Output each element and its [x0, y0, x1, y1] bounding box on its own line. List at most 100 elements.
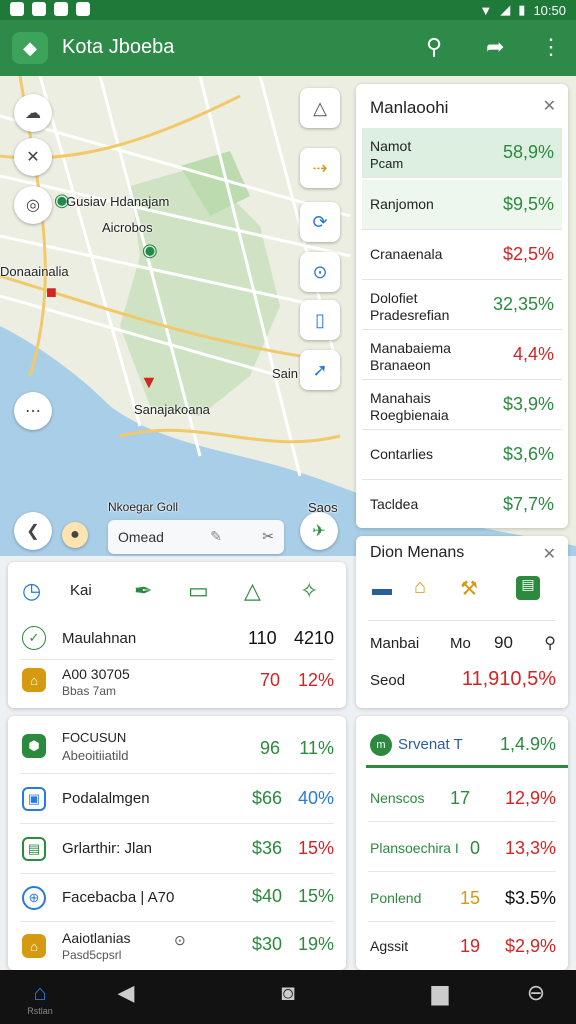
- item-value: $3,9%: [502, 394, 554, 414]
- directions-icon[interactable]: ⇢: [300, 148, 340, 188]
- map-label: Sain: [272, 366, 299, 381]
- nav-arrow-icon[interactable]: ➚: [300, 350, 340, 390]
- check-icon: ✓: [22, 626, 46, 650]
- measure-icon[interactable]: △: [300, 88, 340, 128]
- item-count: 96: [260, 738, 281, 758]
- search-icon[interactable]: ⚲: [426, 34, 442, 60]
- tag-icon[interactable]: ✧: [300, 578, 318, 604]
- list-item[interactable]: ⊕ Facebacba | A70 $40 15%: [20, 874, 334, 922]
- pen-icon[interactable]: ✒: [134, 578, 152, 604]
- tools-icon[interactable]: ✂: [262, 528, 274, 545]
- map-search-hint: Nkoegar Goll: [108, 500, 179, 514]
- chart-icon[interactable]: ▤: [516, 576, 540, 600]
- search-icon[interactable]: ⚲: [544, 633, 556, 653]
- close-icon[interactable]: ✕: [543, 96, 556, 116]
- item-sub: Pasd5cpsrl: [62, 948, 122, 962]
- location-icon[interactable]: ◎: [14, 186, 52, 224]
- app-bar: ◆ Kota Jboeba ⚲ ➦ ⋮: [0, 20, 576, 76]
- item-sub: Abeoitiiatild: [62, 748, 129, 763]
- share-icon[interactable]: ➦: [486, 34, 504, 60]
- map-label: Gusiav Hdanajam: [66, 194, 170, 209]
- document-icon[interactable]: ▯: [300, 300, 340, 340]
- item-name: Manabaiema Branaeon: [370, 340, 451, 373]
- pencil-icon[interactable]: ✎: [210, 528, 222, 545]
- list-item[interactable]: Agssit 19 $2,9%: [368, 924, 556, 968]
- list-item[interactable]: Plansoechira I 0 13,3%: [368, 824, 556, 872]
- refresh-icon[interactable]: ⟳: [300, 202, 340, 242]
- list-item[interactable]: Contarlies $3,6%: [362, 430, 562, 480]
- status-time: 10:50: [533, 2, 566, 18]
- item-name: Namot Pcam: [370, 138, 412, 171]
- list-item[interactable]: Nenscos 17 12,9%: [368, 774, 556, 822]
- compass-icon[interactable]: ✕: [14, 138, 52, 176]
- grid-icon[interactable]: ⋯: [14, 392, 52, 430]
- item-count: 15: [460, 888, 481, 908]
- item-name: Facebacba | A70: [62, 889, 175, 906]
- list-item[interactable]: Cranaenala $2,5%: [362, 230, 562, 280]
- item-name: Manahais Roegbienaia: [370, 390, 449, 423]
- row-label: Manbai: [370, 635, 420, 652]
- compass-icon[interactable]: ◷: [22, 578, 41, 604]
- map-pin-icon[interactable]: ◉: [54, 190, 70, 211]
- map-label: Aicrobos: [102, 220, 153, 235]
- list-item[interactable]: ⌂ A00 30705 Bbas 7am 70 12%: [20, 662, 334, 706]
- toolbar-label: Kai: [70, 582, 92, 599]
- list-item[interactable]: ▤ Grlarthir: Jlan $36 15%: [20, 824, 334, 874]
- dion-row[interactable]: Seod 11,910,5%: [368, 660, 556, 700]
- list-item[interactable]: ✓ Maulahnan 110 4210: [20, 618, 334, 660]
- fab-compass-icon[interactable]: ✈: [300, 512, 338, 550]
- map-pin-icon[interactable]: ■: [46, 282, 57, 303]
- list-item[interactable]: ▣ Podalalmgen $66 40%: [20, 774, 334, 824]
- item-name: Grlarthir: Jlan: [62, 840, 153, 857]
- camera-icon[interactable]: ◙: [266, 980, 310, 1020]
- item-count: $30: [252, 934, 283, 954]
- row-label: Mo: [450, 635, 471, 652]
- map-pin-icon[interactable]: ▼: [140, 372, 158, 393]
- dion-row[interactable]: Manbai Mo 90 ⚲: [368, 620, 556, 660]
- item-value: 19%: [297, 934, 334, 954]
- list-item[interactable]: ⌂ Aaiotlanias Pasd5cpsrl ⊙ $30 19%: [20, 922, 334, 968]
- account-icon[interactable]: ⊖: [514, 980, 558, 1020]
- bus-icon[interactable]: ▬: [372, 578, 392, 601]
- app-logo-icon[interactable]: ◆: [12, 32, 48, 64]
- chevron-left-icon[interactable]: ❮: [14, 512, 52, 550]
- list-item[interactable]: Ranjomon $9,5%: [362, 180, 562, 230]
- map-label: Donaainalia: [0, 264, 69, 279]
- card-icon: ▤: [22, 837, 46, 861]
- list-item[interactable]: Manahais Roegbienaia $3,9%: [362, 380, 562, 430]
- item-value: $9,5%: [502, 194, 554, 214]
- more-vert-icon[interactable]: ⋮: [540, 34, 562, 60]
- card-header[interactable]: m Srvenat T 1,4.9%: [366, 724, 568, 768]
- item-name: Maulahnan: [62, 630, 137, 647]
- list-item[interactable]: Ponlend 15 $3.5%: [368, 874, 556, 922]
- item-name: FOCUSUN: [62, 730, 127, 745]
- item-value: $3,6%: [502, 444, 554, 464]
- map-search-input[interactable]: Omead ✎ ✂: [108, 520, 284, 554]
- map-pin-icon[interactable]: ◉: [142, 240, 158, 261]
- list-item[interactable]: Manabaiema Branaeon 4,4%: [362, 330, 562, 380]
- back-icon[interactable]: ◀: [104, 980, 148, 1020]
- list-item[interactable]: Namot Pcam 58,9%: [362, 128, 562, 178]
- frame-icon[interactable]: ▭: [188, 578, 209, 604]
- bottom-nav-bar: ⌂ Rstlan ◀ ◙ ▆ ⊖: [0, 970, 576, 1024]
- item-value: 12,9%: [504, 788, 556, 808]
- list-item[interactable]: Tacldea $7,7%: [362, 480, 562, 530]
- list-item[interactable]: ⬢ FOCUSUN Abeoitiiatild 96 11%: [20, 720, 334, 774]
- triangle-icon[interactable]: △: [244, 578, 261, 604]
- house-icon[interactable]: ⌂: [414, 576, 426, 599]
- item-count: 0: [470, 838, 481, 858]
- layers-icon[interactable]: ☁: [14, 94, 52, 132]
- home-icon[interactable]: ⌂ Rstlan: [18, 980, 62, 1020]
- list-item[interactable]: Dolofiet Pradesrefian 32,35%: [362, 280, 562, 330]
- tablet-icon[interactable]: ▆: [418, 980, 462, 1020]
- item-count: 70: [260, 670, 281, 690]
- notification-icon: [32, 2, 46, 16]
- info-icon[interactable]: ⊙: [174, 932, 186, 949]
- item-name: Nenscos: [370, 790, 425, 806]
- item-name: Podalalmgen: [62, 790, 150, 807]
- close-icon[interactable]: ✕: [543, 544, 556, 564]
- dion-card: Dion Menans ✕ ▬ ⌂ ⚒ ▤ Manbai Mo 90 ⚲ Seo…: [356, 536, 568, 708]
- tools-icon[interactable]: ⚒: [460, 576, 478, 601]
- map-label: Sanajakoana: [134, 402, 210, 417]
- target-icon[interactable]: ⊙: [300, 252, 340, 292]
